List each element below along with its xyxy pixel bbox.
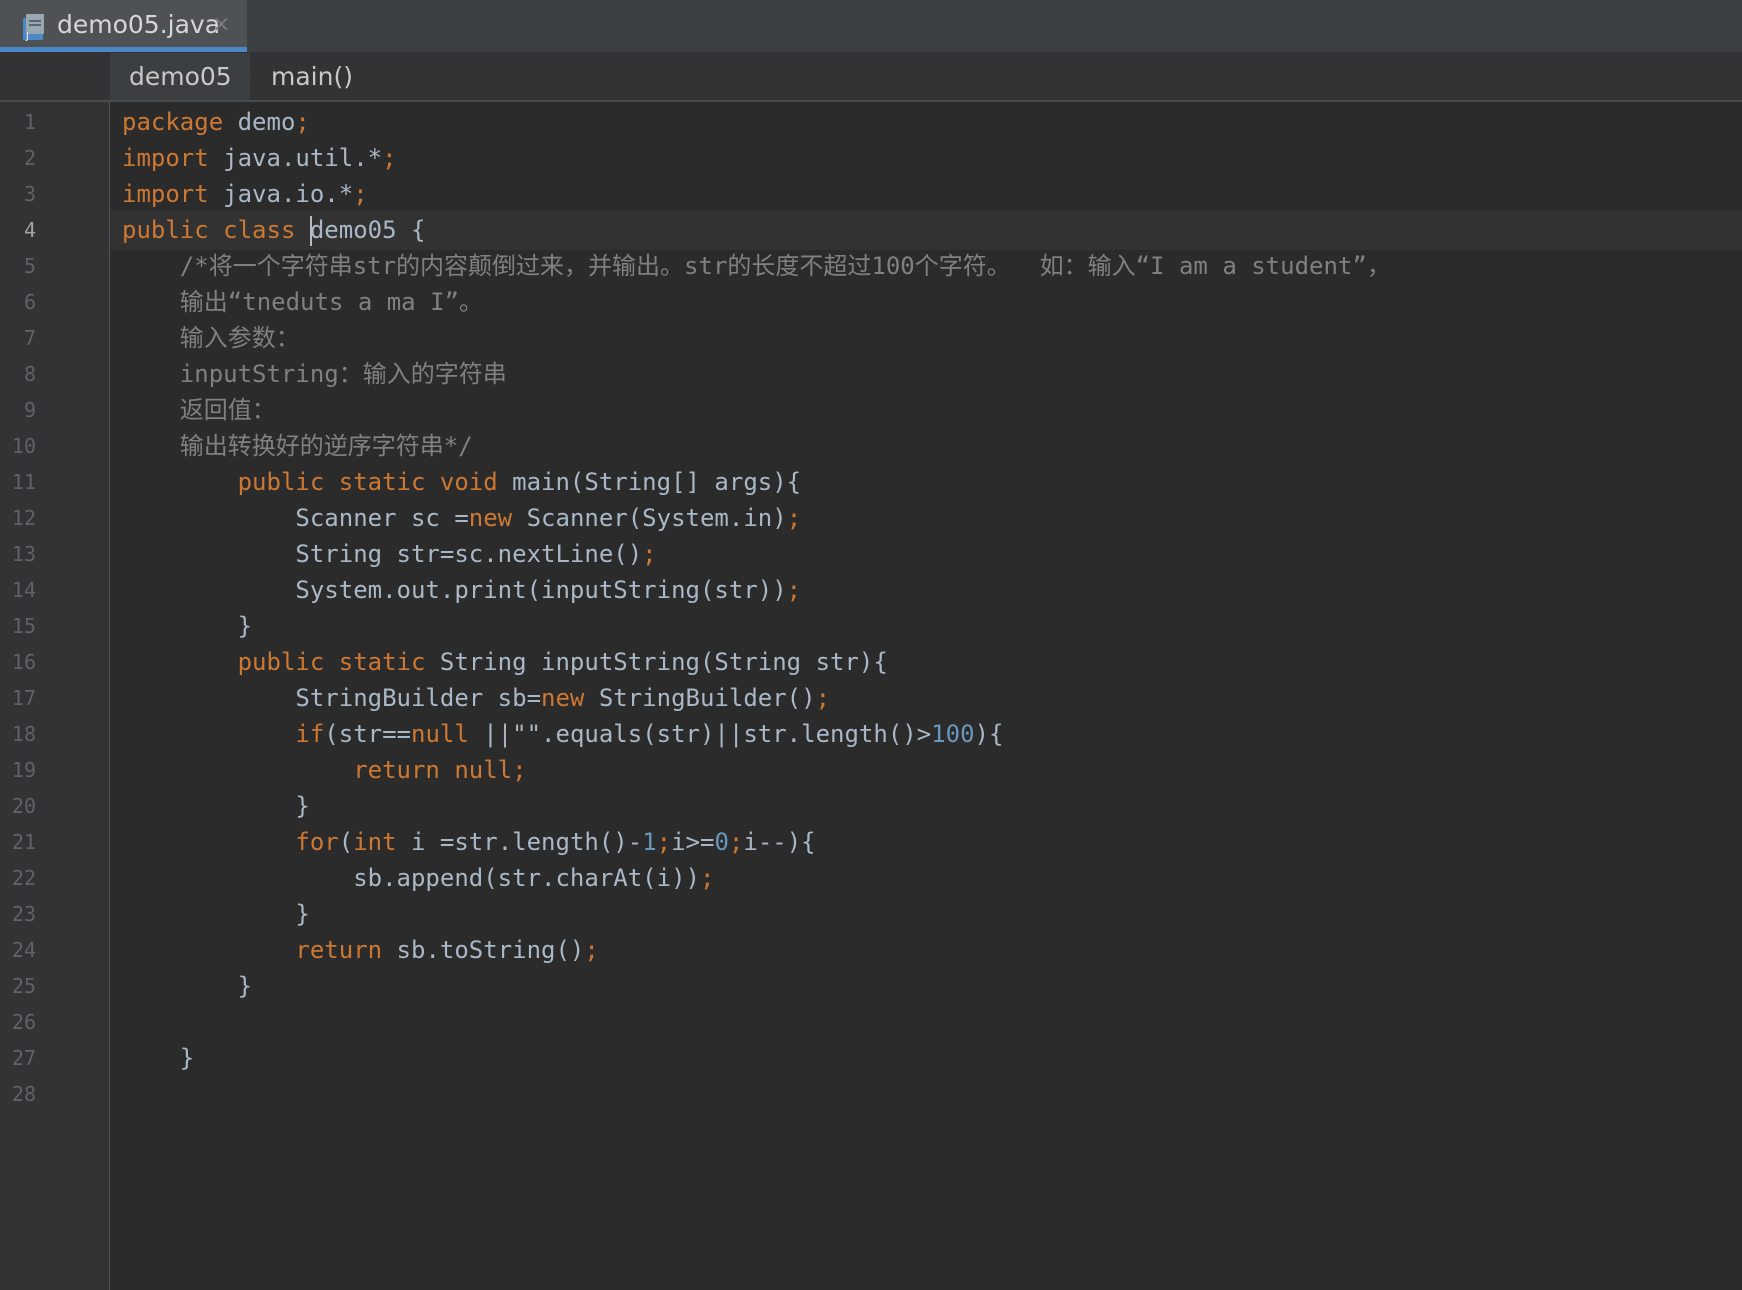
code-line-11: public static void main(String[] args){ (237, 468, 802, 496)
breadcrumb-separator (239, 53, 251, 99)
breadcrumb-item-class[interactable]: demo05 (110, 53, 250, 100)
line-number-current: 4 (23, 218, 36, 242)
line-number: 3 (23, 182, 36, 206)
line-number: 12 (11, 506, 36, 530)
code-editor[interactable]: package demo; import java.util.*; import… (110, 102, 1742, 1290)
code-line-15: } (122, 612, 253, 640)
code-line-1: package demo; (122, 108, 310, 136)
tab-label: demo05.java (57, 10, 221, 39)
code-line-18: if(str==null ||"".equals(str)||str.lengt… (295, 720, 1004, 748)
editor-tab-bar: J demo05.java × (0, 0, 1742, 53)
line-number: 25 (11, 974, 36, 998)
line-number: 14 (11, 578, 36, 602)
line-number: 10 (11, 434, 36, 458)
line-number: 17 (11, 686, 36, 710)
line-number: 6 (23, 290, 36, 314)
svg-text:J: J (25, 32, 29, 42)
close-icon[interactable]: × (212, 12, 230, 38)
code-line-8: inputString：输入的字符串 (122, 360, 507, 388)
code-line-24: return sb.toString(); (295, 936, 599, 964)
breadcrumb-item-method[interactable]: main() (271, 53, 353, 100)
code-line-16: public static String inputString(String … (237, 648, 888, 676)
code-line-17: StringBuilder sb=new StringBuilder(); (122, 684, 831, 712)
code-line-5: /*将一个字符串str的内容颠倒过来，并输出。str的长度不超过100个字符。 … (122, 252, 1391, 280)
line-number: 20 (11, 794, 36, 818)
code-line-12: Scanner sc =new Scanner(System.in); (122, 504, 802, 532)
line-number: 2 (23, 146, 36, 170)
code-line-13: String str=sc.nextLine(); (122, 540, 657, 568)
line-number: 11 (11, 470, 36, 494)
line-number: 16 (11, 650, 36, 674)
line-number: 23 (11, 902, 36, 926)
line-number: 18 (11, 722, 36, 746)
line-number: 13 (11, 542, 36, 566)
line-number: 15 (11, 614, 36, 638)
line-number: 24 (11, 938, 36, 962)
line-number: 21 (11, 830, 36, 854)
line-number: 27 (11, 1046, 36, 1070)
code-line-20: } (122, 792, 310, 820)
line-number: 26 (11, 1010, 36, 1034)
breadcrumb: demo05 main() (0, 53, 1742, 102)
code-line-2: import java.util.*; (122, 144, 397, 172)
code-line-14: System.out.print(inputString(str)); (122, 576, 802, 604)
code-line-6: 输出“tneduts a ma I”。 (122, 288, 483, 316)
code-line-4: public class demo05 { (122, 216, 426, 246)
line-number: 28 (11, 1082, 36, 1106)
code-line-21: for(int i =str.length()-1;i>=0;i--){ (295, 828, 816, 856)
line-number: 1 (23, 110, 36, 134)
line-number: 8 (23, 362, 36, 386)
line-number: 7 (23, 326, 36, 350)
line-number: 19 (11, 758, 36, 782)
code-line-27: } (122, 1044, 195, 1072)
code-line-23: } (122, 900, 310, 928)
tab-demo05-java[interactable]: J demo05.java × (0, 0, 247, 52)
line-number: 9 (23, 398, 36, 422)
line-number: 22 (11, 866, 36, 890)
code-line-9: 返回值： (122, 396, 276, 424)
ide-editor-window: J demo05.java × demo05 main() 1 2 3 4 5 … (0, 0, 1742, 1290)
code-line-19: return null; (353, 756, 527, 784)
line-number: 5 (23, 254, 36, 278)
code-line-10: 输出转换好的逆序字符串*/ (122, 432, 473, 460)
line-number-gutter: 1 2 3 4 5 6 7 8 9 10 11 12 13 14 15 16 1… (0, 102, 110, 1290)
code-line-7: 输入参数： (122, 324, 300, 352)
active-tab-indicator (0, 47, 247, 52)
code-line-25: } (122, 972, 253, 1000)
code-line-22: sb.append(str.charAt(i)); (122, 864, 715, 892)
code-line-3: import java.io.*; (122, 180, 368, 208)
java-file-icon: J (20, 12, 48, 42)
